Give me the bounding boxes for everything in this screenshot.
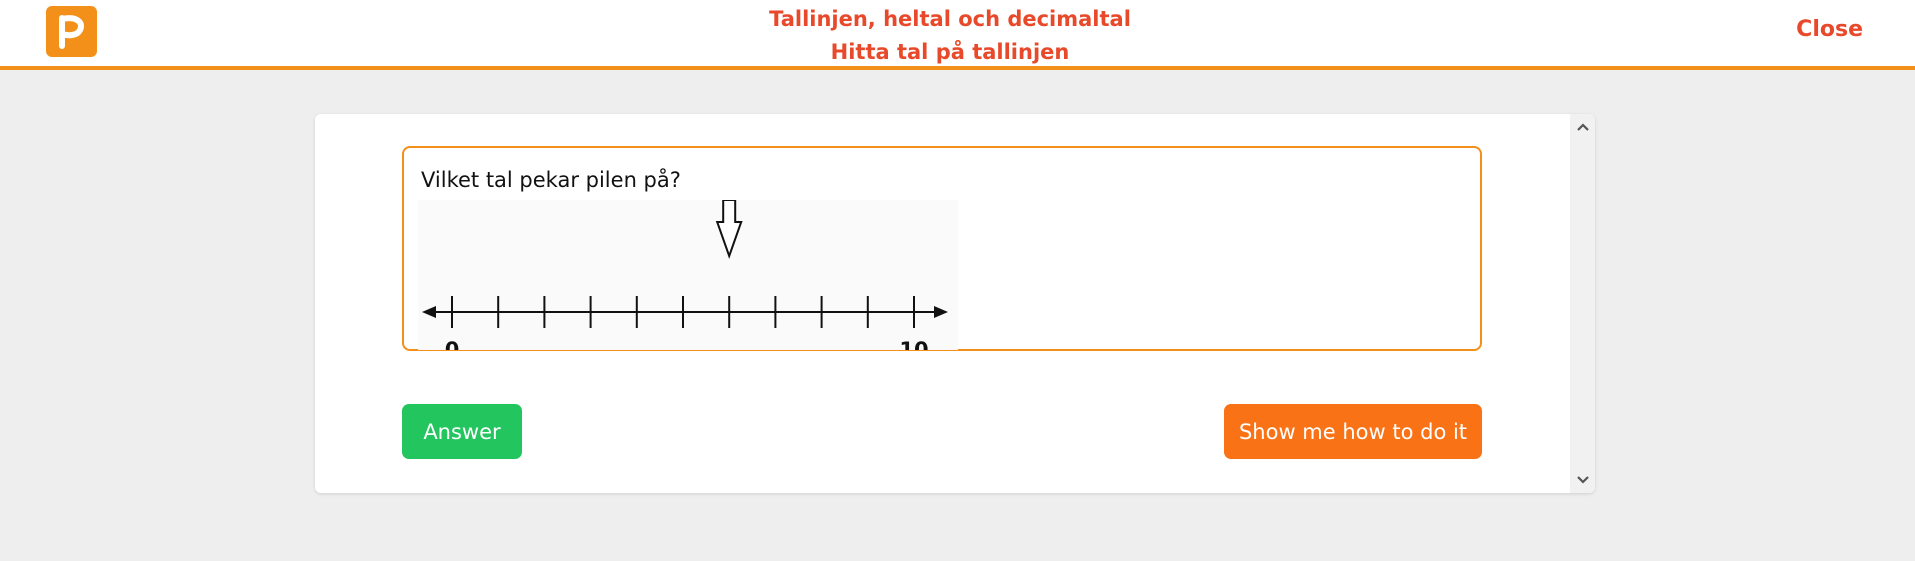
app-logo[interactable] <box>46 6 97 57</box>
vertical-scrollbar[interactable] <box>1570 114 1595 493</box>
close-button[interactable]: Close <box>1796 17 1863 42</box>
top-bar: Tallinjen, heltal och decimaltal Hitta t… <box>0 0 1915 70</box>
chevron-down-icon[interactable] <box>1570 469 1595 491</box>
show-how-button[interactable]: Show me how to do it <box>1224 404 1482 459</box>
answer-button[interactable]: Answer <box>402 404 522 459</box>
number-line-label-start: 0 <box>445 338 460 350</box>
page-title: Tallinjen, heltal och decimaltal <box>769 7 1131 31</box>
exercise-card: Vilket tal pekar pilen på? 0 10 Answer Sh… <box>315 114 1595 493</box>
question-prompt: Vilket tal pekar pilen på? <box>421 168 681 192</box>
chevron-up-icon[interactable] <box>1570 116 1595 138</box>
question-box: Vilket tal pekar pilen på? 0 10 <box>402 146 1482 351</box>
logo-p-icon <box>59 15 84 49</box>
number-line: 0 10 <box>418 200 958 350</box>
number-line-label-end: 10 <box>899 338 928 350</box>
page-title-group: Tallinjen, heltal och decimaltal Hitta t… <box>700 3 1200 69</box>
page-subtitle: Hitta tal på tallinjen <box>830 40 1070 64</box>
